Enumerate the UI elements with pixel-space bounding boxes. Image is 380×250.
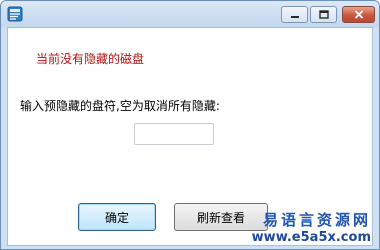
- maximize-icon: [318, 8, 329, 22]
- dialog-window: 当前没有隐藏的磁盘 输入预隐藏的盘符,空为取消所有隐藏: 确定 刷新查看 易语言…: [0, 0, 380, 250]
- watermark-url: www.e5a5x.com: [251, 230, 371, 245]
- title-bar[interactable]: [1, 1, 379, 27]
- drive-letter-input[interactable]: [134, 123, 214, 145]
- close-button[interactable]: [342, 6, 375, 23]
- app-icon: [7, 6, 23, 22]
- status-label: 当前没有隐藏的磁盘: [36, 52, 145, 66]
- minimize-icon: [290, 8, 300, 22]
- ok-button[interactable]: 确定: [78, 203, 156, 231]
- close-icon: [354, 8, 364, 22]
- site-watermark: 易语言资源网 www.e5a5x.com: [252, 211, 371, 247]
- drive-letter-prompt: 输入预隐藏的盘符,空为取消所有隐藏:: [20, 99, 220, 113]
- watermark-title: 易语言资源网: [262, 211, 371, 229]
- maximize-button[interactable]: [310, 6, 337, 23]
- minimize-button[interactable]: [281, 6, 308, 23]
